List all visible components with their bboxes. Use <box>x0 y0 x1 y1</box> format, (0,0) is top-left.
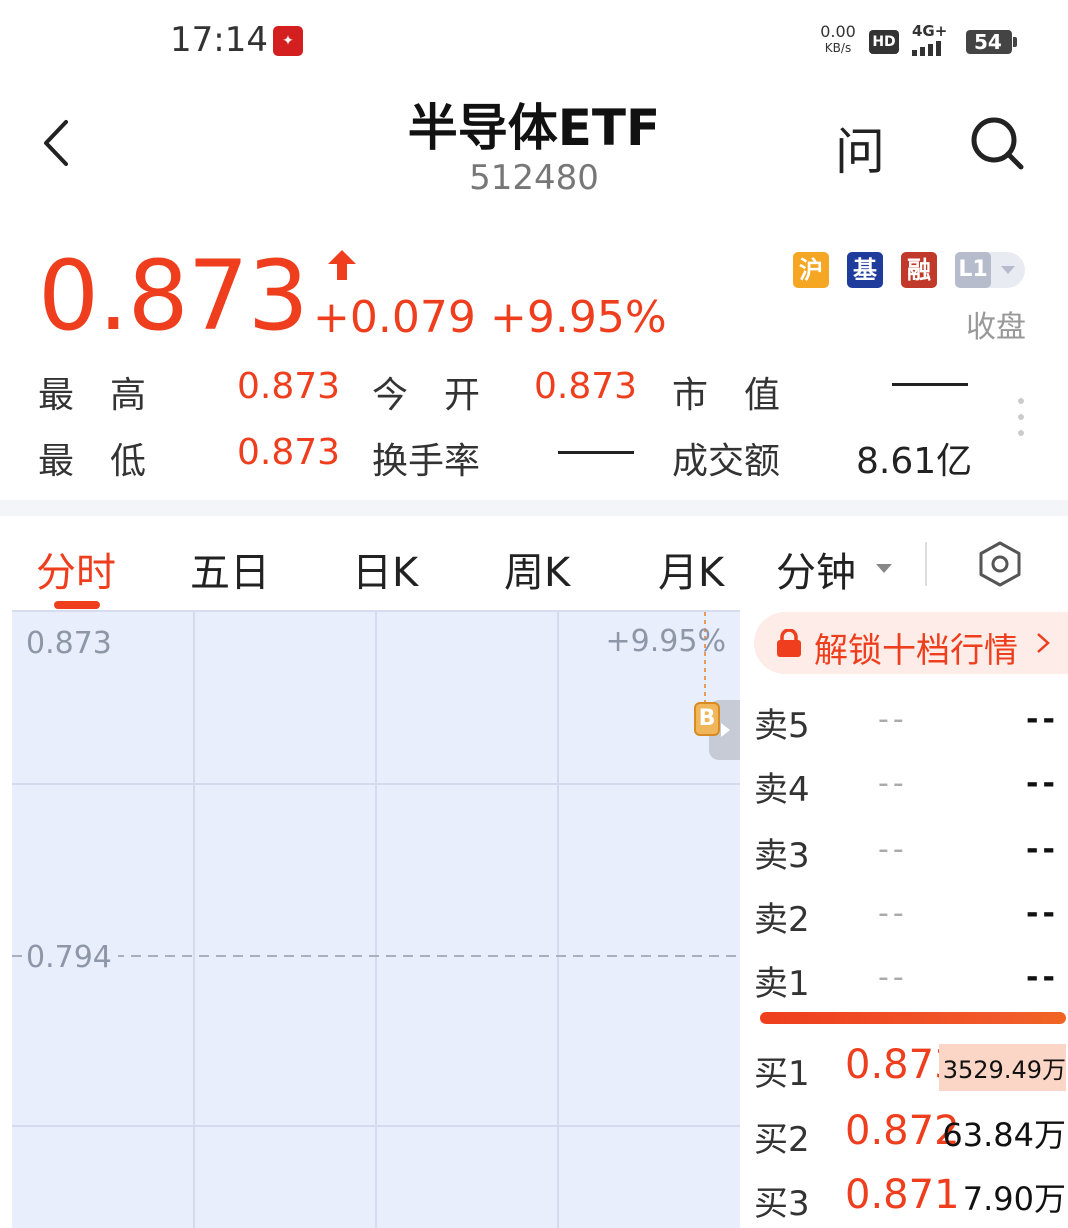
chevron-right-icon <box>1036 632 1050 654</box>
badge-shanghai: 沪 <box>793 252 829 288</box>
badge-margin: 融 <box>901 252 937 288</box>
chevron-down-icon <box>1001 266 1015 274</box>
search-icon[interactable] <box>968 114 1026 172</box>
price-change: +0.079 <box>313 292 476 343</box>
level-label: L1 <box>955 252 991 288</box>
amount-label: 成交额 <box>672 441 781 482</box>
high-value: 0.873 <box>237 366 341 407</box>
hd-icon: HD <box>869 30 899 54</box>
low-label: 最 低 <box>38 441 147 482</box>
intraday-chart[interactable]: 0.873 0.794 +9.95% B <box>12 610 740 1228</box>
chart-grid <box>12 612 740 1228</box>
market-status: 收盘 <box>966 310 1026 345</box>
battery-icon: 54 <box>966 30 1017 54</box>
bid-3-price: 0.871 <box>845 1172 960 1218</box>
unlock-label: 解锁十档行情 <box>814 631 1018 671</box>
bid-ask-ratio-bar <box>760 1012 1066 1024</box>
tab-separator <box>925 542 927 586</box>
y-tick-percent: +9.95% <box>605 624 726 659</box>
market-cap-label: 市 值 <box>672 375 781 416</box>
y-tick-prev-close: 0.794 <box>26 940 118 975</box>
turnover-label: 换手率 <box>372 441 481 482</box>
high-label: 最 高 <box>38 375 147 416</box>
ask-5-volume: -- <box>1026 702 1059 737</box>
tab-daily-k[interactable]: 日K <box>352 540 418 598</box>
ask-4-label: 卖4 <box>754 770 810 810</box>
open-value: 0.873 <box>534 366 638 407</box>
turnover-value: —— <box>558 451 634 454</box>
badge-fund: 基 <box>847 252 883 288</box>
security-code: 512480 <box>469 158 599 198</box>
status-time: 17:14 <box>170 20 268 60</box>
amount-value: 8.61亿 <box>856 441 973 482</box>
page-title: 半导体ETF <box>407 99 661 157</box>
more-icon[interactable] <box>1018 398 1026 442</box>
last-price: 0.873 <box>38 240 309 352</box>
bid-2-volume: 63.84万 <box>942 1116 1066 1154</box>
app-notification-icon: ✦ <box>273 26 303 56</box>
y-tick-top: 0.873 <box>26 626 112 661</box>
ask-5-label: 卖5 <box>754 706 810 746</box>
ask-1-price: -- <box>878 960 908 995</box>
ask-5-price: -- <box>878 702 908 737</box>
ask-4-volume: -- <box>1026 766 1059 801</box>
tab-monthly-k[interactable]: 月K <box>658 540 724 598</box>
chevron-down-icon[interactable] <box>876 564 892 573</box>
price-change-percent: +9.95% <box>490 292 667 343</box>
low-value: 0.873 <box>237 432 341 473</box>
tab-weekly-k[interactable]: 周K <box>504 540 570 598</box>
bid-2-label: 买2 <box>754 1120 810 1160</box>
active-tab-indicator <box>54 601 100 609</box>
network-speed-value: 0.00 <box>820 22 856 41</box>
ask-1-volume: -- <box>1026 960 1059 995</box>
tab-intraday[interactable]: 分时 <box>36 540 116 598</box>
market-cap-value: —— <box>892 383 968 386</box>
hexagon-settings-icon[interactable] <box>976 540 1024 588</box>
ask-2-price: -- <box>878 896 908 931</box>
ask-2-label: 卖2 <box>754 900 810 940</box>
ask-4-price: -- <box>878 766 908 801</box>
network-speed: 0.00 KB/s <box>818 22 858 55</box>
tab-five-day[interactable]: 五日 <box>190 540 270 598</box>
buy-marker[interactable]: B <box>694 702 720 736</box>
open-label: 今 开 <box>372 375 481 416</box>
ask-3-label: 卖3 <box>754 836 810 876</box>
network-speed-unit: KB/s <box>824 41 852 55</box>
bid-3-volume: 7.90万 <box>962 1180 1066 1218</box>
section-divider <box>0 500 1068 516</box>
ask-3-volume: -- <box>1026 832 1059 867</box>
ask-1-label: 卖1 <box>754 964 810 1004</box>
bid-1-volume: 3529.49万 <box>938 1044 1066 1091</box>
ask-3-price: -- <box>878 832 908 867</box>
bid-3-label: 买3 <box>754 1184 810 1224</box>
unlock-level10-button[interactable]: 解锁十档行情 <box>754 612 1068 674</box>
level-selector[interactable]: L1 <box>955 252 1025 288</box>
up-arrow-icon <box>328 250 356 280</box>
lock-icon <box>776 628 802 657</box>
network-type: 4G+ <box>912 22 948 40</box>
tab-minute[interactable]: 分钟 <box>776 540 856 598</box>
ask-2-volume: -- <box>1026 896 1059 931</box>
signal-icon: 4G+ <box>910 22 958 56</box>
bid-1-label: 买1 <box>754 1054 810 1094</box>
ask-button[interactable]: 问 <box>835 112 885 184</box>
